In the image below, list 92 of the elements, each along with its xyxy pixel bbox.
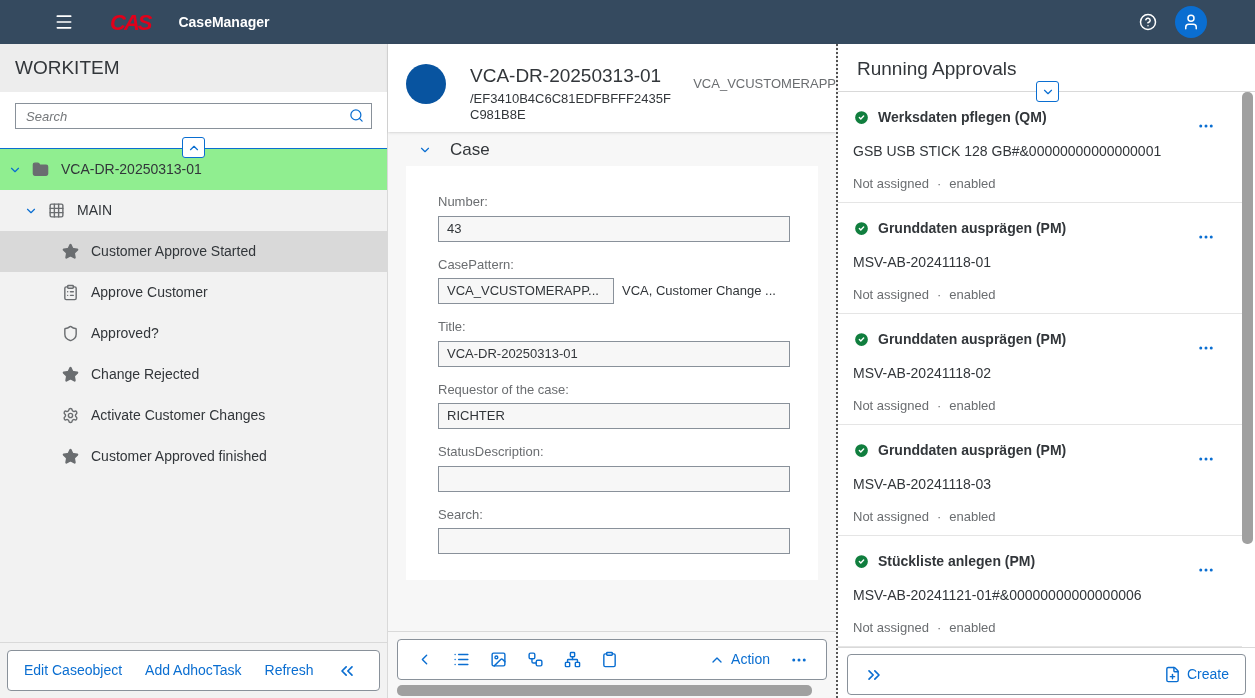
input-field[interactable]: VCA-DR-20250313-01 [438, 340, 790, 367]
tree-item-label: VCA-DR-20250313-01 [61, 160, 202, 179]
assignment-text: Not assigned [853, 397, 929, 415]
toolbar-button[interactable]: Add AdhocTask [145, 660, 242, 681]
check-icon [853, 553, 870, 570]
collapse-button[interactable] [182, 137, 205, 158]
clipboard-icon[interactable] [601, 651, 618, 668]
gear-icon [62, 407, 79, 424]
input-field[interactable]: 43 [438, 215, 790, 242]
input-field[interactable]: RICHTER [438, 403, 790, 429]
tree-item[interactable]: VCA-DR-20250313-01 [0, 149, 387, 190]
star-icon [62, 366, 79, 383]
check-icon [853, 442, 870, 459]
star-icon [62, 448, 79, 465]
status-text: enabled [949, 397, 996, 415]
approval-subtitle: GSB USB STICK 128 GB#&00000000000000001 [853, 142, 1163, 161]
check-icon [853, 109, 870, 126]
grid-icon [48, 202, 65, 219]
approval-subtitle: MSV-AB-20241118-03 [853, 475, 992, 494]
star-icon [62, 243, 79, 260]
assignment-text: Not assigned [853, 175, 929, 193]
create-button[interactable]: Create [1163, 664, 1229, 685]
field-label: Title: [438, 318, 467, 336]
action-button[interactable]: Action [709, 649, 770, 670]
hierarchy-icon[interactable] [564, 651, 581, 668]
scrollbar[interactable] [397, 685, 812, 696]
input-field[interactable] [438, 465, 790, 492]
tree-item-label: Activate Customer Changes [91, 406, 266, 425]
shield-icon [62, 325, 79, 342]
image-icon[interactable] [490, 651, 507, 668]
status-text: enabled [949, 619, 996, 637]
approval-subtitle: MSV-AB-20241118-02 [853, 364, 992, 383]
tree-item-label: MAIN [77, 201, 112, 220]
assignment-text: Not assigned [853, 619, 929, 637]
menu-icon[interactable] [54, 12, 74, 32]
search-field[interactable]: Search [15, 103, 372, 129]
list-icon[interactable] [453, 651, 470, 668]
approval-title: Grunddaten ausprägen (PM) [878, 330, 1067, 349]
check-icon [853, 331, 870, 348]
case-pattern: VCA_VCUSTOMERAPP [693, 75, 836, 93]
check-icon [853, 220, 870, 237]
separator-dot: · [936, 508, 942, 526]
toolbar-button[interactable]: Refresh [264, 660, 314, 681]
panel-title: Running Approvals [857, 56, 1017, 81]
separator-dot: · [936, 397, 942, 415]
separator-dot: · [936, 175, 942, 193]
assignment-text: Not assigned [853, 508, 929, 526]
help-icon[interactable] [1139, 13, 1157, 31]
separator-dot: · [936, 286, 942, 304]
avatar[interactable] [1175, 6, 1207, 38]
approval-title: Stückliste anlegen (PM) [878, 552, 1036, 571]
approval-subtitle: MSV-AB-20241121-01#&00000000000000006 [853, 586, 1143, 605]
approval-subtitle: MSV-AB-20241118-01 [853, 253, 992, 272]
logo: CAS [110, 8, 151, 37]
app-title: CaseManager [178, 12, 270, 32]
assignment-text: Not assigned [853, 286, 929, 304]
field-label: StatusDescription: [438, 443, 545, 461]
tree-item-label: Change Rejected [91, 365, 200, 384]
folder-icon [32, 161, 49, 178]
file-plus-icon [1163, 666, 1181, 683]
pattern-description: VCA, Customer Change ... [622, 282, 776, 301]
separator-dot: · [936, 619, 942, 637]
search-icon[interactable] [349, 108, 364, 123]
clipboard-icon [62, 284, 79, 301]
toolbar-button[interactable]: Edit Caseobject [24, 660, 123, 681]
tree-item-label: Approved? [91, 324, 159, 343]
approval-card[interactable]: Stückliste anlegen (PM) MSV-AB-20241121-01#&00000000000000006 Not assigned · enabled [838, 536, 1242, 647]
scrollbar[interactable] [1242, 92, 1253, 544]
expand-button[interactable] [1036, 81, 1059, 102]
status-text: enabled [949, 175, 996, 193]
field-label: CasePattern: [438, 255, 515, 274]
field-label: Requestor of the case: [438, 380, 570, 399]
input-field[interactable]: VCA_VCUSTOMERAPP... [438, 278, 614, 304]
approval-title: Grunddaten ausprägen (PM) [878, 219, 1067, 238]
user-icon [1182, 13, 1200, 31]
panel-title: WORKITEM [15, 55, 120, 80]
field-label: Number: [438, 193, 489, 211]
status-text: enabled [949, 508, 996, 526]
input-field[interactable] [438, 528, 790, 554]
flow-icon[interactable] [527, 651, 544, 668]
tree-item-label: Approve Customer [91, 283, 208, 302]
approval-title: Grunddaten ausprägen (PM) [878, 441, 1067, 460]
case-id: /EF3410B4C6C81EDFBFFF2435FC981B8E [470, 90, 672, 123]
case-title: VCA-DR-20250313-01 [470, 64, 663, 88]
tree-item-label: Customer Approved finished [91, 447, 267, 466]
approval-title: Werksdaten pflegen (QM) [878, 108, 1047, 127]
avatar [406, 64, 446, 104]
tree-item[interactable]: Customer Approve Started [0, 231, 387, 272]
status-text: enabled [949, 286, 996, 304]
section-title: Case [450, 139, 490, 162]
tree-item-label: Customer Approve Started [91, 242, 256, 261]
field-label: Search: [438, 505, 484, 524]
